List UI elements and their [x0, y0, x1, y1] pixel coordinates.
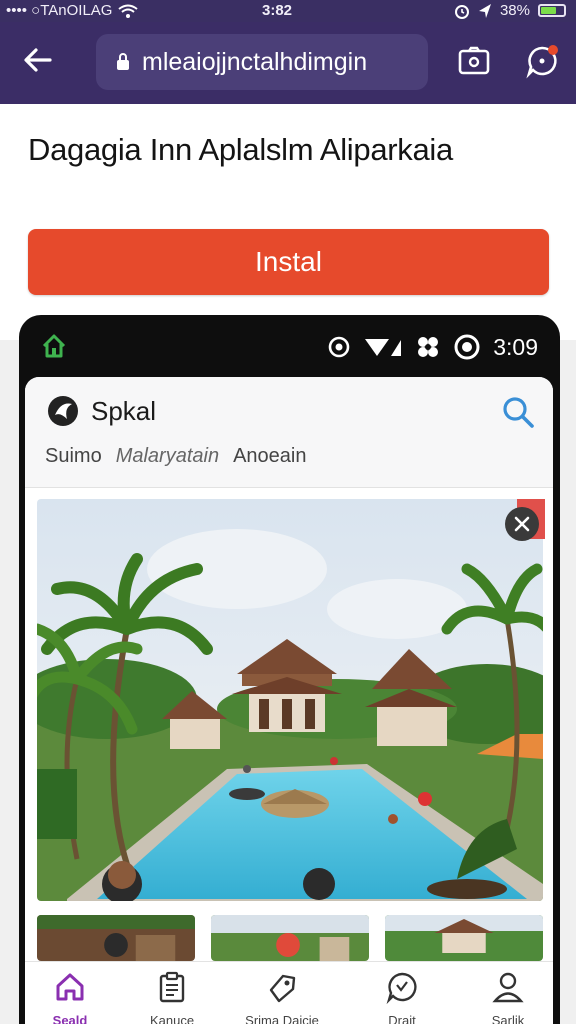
close-button[interactable]	[505, 507, 539, 541]
thumbnail-image[interactable]	[385, 915, 543, 961]
home-icon	[42, 334, 66, 358]
phone-mockup: 3:09 Spkal Suimo Malaryatain Anoeain Sea…	[19, 315, 560, 1024]
thumbnail-image[interactable]	[37, 915, 195, 961]
phone-screen: Spkal Suimo Malaryatain Anoeain Seald Ka…	[25, 377, 553, 1024]
nav-label: Drait	[388, 1013, 416, 1024]
nav-item-tag[interactable]: Srima Daicie	[237, 970, 327, 1024]
clipboard-icon	[159, 971, 185, 1003]
close-icon	[514, 516, 530, 532]
thumbnail-strip	[37, 915, 543, 961]
tag-icon	[269, 974, 296, 1003]
nav-label: Srima Daicie	[245, 1013, 319, 1024]
page-title: Dagagia Inn Aplalslm Aliparkaia	[28, 132, 453, 167]
browser-toolbar: mleaiojjnctalhdimgin	[0, 22, 576, 104]
search-icon[interactable]	[501, 395, 535, 429]
tab-suimo[interactable]: Suimo	[45, 445, 102, 468]
app-tabs: Suimo Malaryatain Anoeain	[45, 445, 307, 468]
chat-icon	[386, 972, 417, 1005]
nav-label: Seald	[52, 1013, 88, 1024]
phone-status-bar: 3:09	[19, 315, 560, 377]
app-name: Spkal	[91, 396, 157, 426]
nav-item-clipboard[interactable]: Kanuce	[127, 970, 217, 1024]
status-time: 3:82	[262, 2, 293, 19]
tabs-button[interactable]	[455, 42, 493, 80]
wifi-icon	[118, 4, 139, 18]
status-bar: •••• ○TAnOILAG 3:82 38%	[0, 0, 576, 22]
url-text: mleaiojjnctalhdimgin	[142, 47, 368, 76]
status-left: •••• ○TAnOILAG	[6, 2, 139, 19]
chat-bubble-icon	[526, 45, 558, 79]
lock-icon	[117, 53, 129, 70]
app-logo-icon	[48, 396, 78, 426]
carrier-text: •••• ○TAnOILAG	[6, 2, 113, 19]
home-icon	[56, 973, 84, 1001]
nav-item-chat[interactable]: Drait	[357, 970, 447, 1024]
battery-icon	[538, 4, 566, 17]
alarm-icon	[454, 4, 469, 19]
phone-time: 3:09	[493, 333, 538, 360]
nav-item-home[interactable]: Seald	[25, 970, 115, 1024]
nav-label: Kanuce	[149, 1013, 195, 1024]
battery-percent: 38%	[499, 2, 530, 19]
fan-icon	[418, 337, 439, 357]
user-icon	[492, 972, 524, 1003]
thumbnail-image[interactable]	[211, 915, 369, 961]
nav-label: Sarlik	[491, 1013, 525, 1024]
location-icon	[478, 3, 491, 18]
signal-icon	[365, 339, 402, 356]
sync-icon	[328, 336, 350, 358]
back-button[interactable]	[18, 42, 58, 82]
menu-button[interactable]	[523, 42, 561, 80]
bottom-navigation: Seald Kanuce Srima Daicie Drait Sarlik	[25, 961, 553, 1024]
nav-item-profile[interactable]: Sarlik	[463, 970, 553, 1024]
arrow-left-icon	[24, 48, 52, 72]
resort-pool-image	[37, 499, 543, 901]
status-right: 38%	[454, 2, 566, 19]
install-button[interactable]: Instal	[28, 229, 549, 295]
camera-icon	[458, 46, 490, 75]
tab-malaryatain[interactable]: Malaryatain	[116, 445, 219, 468]
record-icon	[454, 334, 480, 360]
app-header: Spkal Suimo Malaryatain Anoeain	[25, 377, 553, 488]
url-field[interactable]: mleaiojjnctalhdimgin	[96, 34, 428, 90]
tab-anoeain[interactable]: Anoeain	[233, 445, 306, 468]
